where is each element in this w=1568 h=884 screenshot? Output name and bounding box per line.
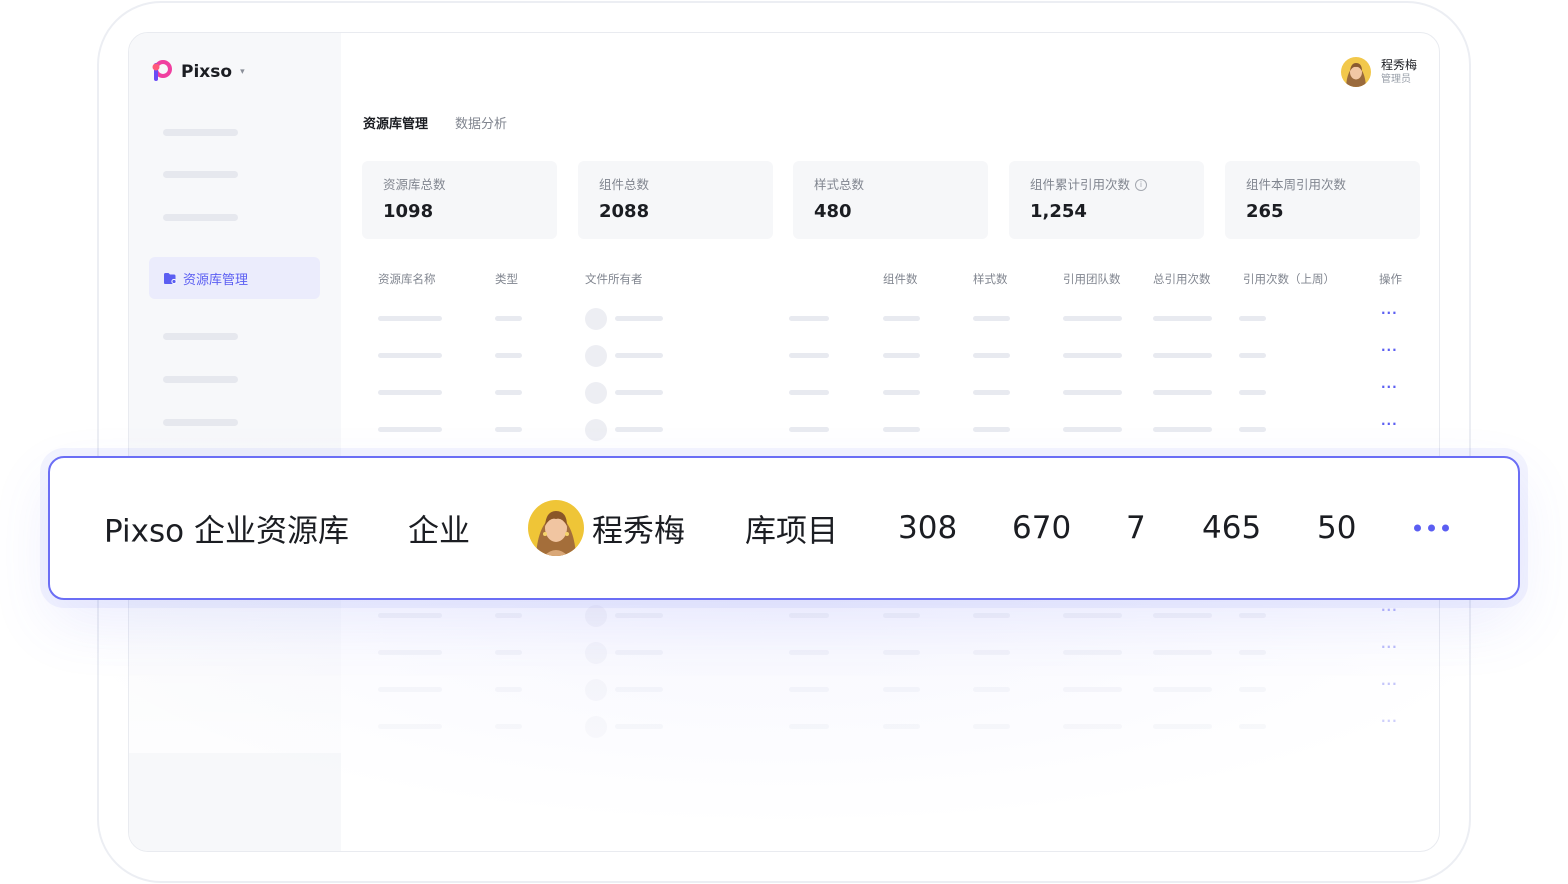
- column-header-owner[interactable]: 文件所有者: [585, 271, 643, 287]
- cell-placeholder: [1063, 316, 1122, 321]
- stat-label: 组件累计引用次数: [1030, 177, 1131, 192]
- tab-library-management[interactable]: 资源库管理: [363, 113, 428, 132]
- cell-placeholder: [378, 353, 442, 358]
- stat-value: 2088: [599, 201, 650, 222]
- stat-card: 组件总数 2088: [578, 161, 773, 239]
- user-name: 程秀梅: [1380, 58, 1417, 72]
- user-profile[interactable]: 程秀梅 管理员: [1340, 57, 1417, 87]
- column-header-type[interactable]: 类型: [495, 271, 518, 287]
- cell-placeholder: [883, 390, 920, 395]
- stat-card: 样式总数 480: [793, 161, 988, 239]
- stat-value: 480: [814, 201, 852, 222]
- more-actions-icon[interactable]: ···: [1381, 306, 1398, 320]
- stat-card: 组件本周引用次数 265: [1225, 161, 1420, 239]
- cell-placeholder: [615, 316, 663, 321]
- cell-placeholder: [1239, 390, 1266, 395]
- more-actions-icon[interactable]: ···: [1381, 343, 1398, 357]
- folder-user-icon: [163, 272, 177, 285]
- last-week-refs-count: 50: [1317, 510, 1357, 546]
- project-name: 库项目: [745, 513, 838, 550]
- stat-value: 265: [1246, 201, 1284, 222]
- owner-name: 程秀梅: [592, 513, 685, 550]
- sidebar-placeholder: [163, 214, 238, 221]
- cell-placeholder: [1153, 316, 1212, 321]
- highlighted-table-row[interactable]: Pixso 企业资源库 企业 程秀梅 库项目 308 670 7 465 50: [48, 456, 1520, 600]
- logo[interactable]: Pixso ▾: [149, 59, 245, 85]
- cell-placeholder: [973, 390, 1010, 395]
- user-role: 管理员: [1380, 74, 1411, 85]
- column-header-teams[interactable]: 引用团队数: [1063, 271, 1121, 287]
- avatar: [528, 500, 584, 556]
- stat-label: 组件本周引用次数: [1246, 177, 1347, 192]
- stat-value: 1,254: [1030, 201, 1087, 222]
- sidebar-placeholder: [163, 333, 238, 340]
- stat-label-row: 组件累计引用次数 i: [1030, 177, 1204, 193]
- cell-placeholder: [495, 390, 522, 395]
- sidebar-placeholder: [163, 129, 238, 136]
- column-header-components[interactable]: 组件数: [883, 271, 918, 287]
- cell-placeholder: [1239, 316, 1266, 321]
- cell-placeholder: [378, 316, 442, 321]
- column-header-name[interactable]: 资源库名称: [378, 271, 436, 287]
- library-type: 企业: [408, 513, 470, 550]
- teams-count: 7: [1126, 510, 1146, 546]
- tab-bar: 资源库管理 数据分析: [363, 113, 507, 132]
- column-header-styles[interactable]: 样式数: [973, 271, 1008, 287]
- stat-card: 资源库总数 1098: [362, 161, 557, 239]
- cell-placeholder: [973, 316, 1010, 321]
- avatar: [1340, 57, 1371, 87]
- library-name: Pixso 企业资源库: [104, 513, 349, 550]
- stat-label: 资源库总数: [383, 177, 446, 192]
- cell-placeholder: [1153, 353, 1212, 358]
- avatar-placeholder: [585, 345, 607, 367]
- stat-value: 1098: [383, 201, 434, 222]
- cell-placeholder: [789, 316, 829, 321]
- stat-label: 组件总数: [599, 177, 650, 192]
- sidebar-item-label: 资源库管理: [183, 272, 249, 288]
- stat-card: 组件累计引用次数 i 1,254: [1009, 161, 1204, 239]
- cell-placeholder: [378, 390, 442, 395]
- cell-placeholder: [883, 353, 920, 358]
- more-actions-icon[interactable]: [1414, 524, 1449, 532]
- stat-label: 样式总数: [814, 177, 865, 192]
- cell-placeholder: [789, 353, 829, 358]
- pixso-logo-icon: [149, 59, 175, 85]
- cell-placeholder: [883, 316, 920, 321]
- cell-placeholder: [973, 353, 1010, 358]
- cell-placeholder: [495, 316, 522, 321]
- dot: [1414, 524, 1421, 532]
- cell-placeholder: [789, 390, 829, 395]
- sidebar-placeholder: [163, 171, 238, 178]
- brand-name: Pixso: [181, 62, 233, 82]
- sidebar-item-library-management[interactable]: 资源库管理: [149, 257, 320, 299]
- total-refs-count: 465: [1202, 510, 1262, 546]
- tab-data-analysis[interactable]: 数据分析: [455, 113, 507, 132]
- components-count: 308: [898, 510, 958, 546]
- cell-placeholder: [615, 353, 663, 358]
- dot: [1428, 524, 1435, 532]
- dot: [1442, 524, 1449, 532]
- cell-placeholder: [1153, 390, 1212, 395]
- avatar-placeholder: [585, 382, 607, 404]
- info-icon[interactable]: i: [1135, 179, 1148, 191]
- sidebar-placeholder: [163, 376, 238, 383]
- avatar-placeholder: [585, 308, 607, 330]
- cell-placeholder: [1063, 390, 1122, 395]
- styles-count: 670: [1012, 510, 1072, 546]
- user-info: 程秀梅 管理员: [1381, 57, 1417, 87]
- column-header-total-refs[interactable]: 总引用次数: [1153, 271, 1211, 287]
- cell-placeholder: [1239, 353, 1266, 358]
- cell-placeholder: [495, 353, 522, 358]
- cell-placeholder: [615, 390, 663, 395]
- chevron-down-icon[interactable]: ▾: [240, 67, 245, 77]
- more-actions-icon[interactable]: ···: [1381, 380, 1398, 394]
- cell-placeholder: [1063, 353, 1122, 358]
- column-header-last-week-refs[interactable]: 引用次数（上周）: [1243, 271, 1335, 287]
- column-header-actions: 操作: [1379, 272, 1402, 286]
- app-window: Pixso ▾ 资源库管理 程秀梅 管理员 资源库管理 数据分析 资源库总数 1…: [128, 32, 1440, 852]
